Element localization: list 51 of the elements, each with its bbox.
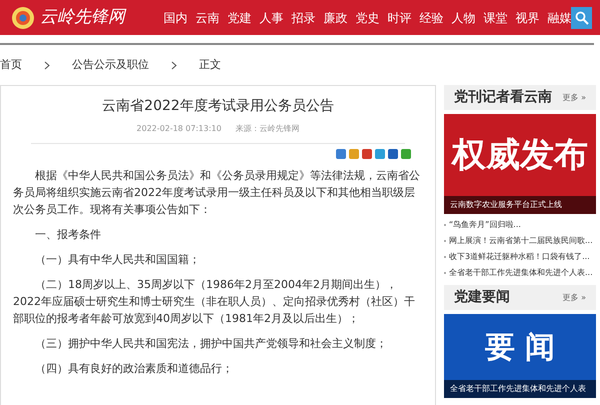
more-link[interactable]: 更多 »: [562, 292, 586, 304]
share-icon[interactable]: [349, 149, 359, 159]
logo-icon: [10, 4, 36, 30]
chevron-icon: [44, 60, 50, 70]
logo[interactable]: 云岭先锋网: [10, 4, 152, 30]
paragraph: （三）拥护中华人民共和国宪法，拥护中国共产党领导和社会主义制度；: [34, 336, 388, 352]
banner-headline: 权威发布: [452, 134, 588, 176]
news-link[interactable]: 全省老干部工作先进集体和先进个人表...: [449, 267, 593, 279]
share-icon[interactable]: [401, 149, 411, 159]
banner[interactable]: 权威发布 云南数字农业服务平台正式上线: [444, 114, 596, 214]
breadcrumb-link[interactable]: 首页: [0, 56, 22, 74]
section-title: 党建要闻: [454, 288, 510, 307]
more-link[interactable]: 更多 »: [562, 92, 586, 104]
breadcrumb-link[interactable]: 正文: [199, 56, 221, 74]
banner-headline: 要 闻: [484, 328, 556, 366]
share-icon[interactable]: [336, 149, 346, 159]
article-source: 来源：云岭先锋网: [235, 123, 300, 135]
paragraph: （二）18周岁以上、35周岁以下（1986年2月至2004年2月期间出生），2022年应届硕士研究生和博士研究生（非在职人员）、定向招录优秀村（社区）干部职位的报考者年龄可放宽到40周岁以下（1981年2月及以后出生）；: [13, 277, 416, 327]
nav-link[interactable]: 国内: [163, 8, 188, 26]
banner-caption: 全省老干部工作先进集体和先进个人表: [444, 380, 596, 398]
nav-link[interactable]: 招录: [291, 8, 316, 26]
nav-link[interactable]: 课堂: [483, 8, 508, 26]
banner[interactable]: 要 闻 全省老干部工作先进集体和先进个人表: [444, 314, 596, 398]
news-link[interactable]: 收下3道鲜花迁躯种水稻！口袋有钱了...: [449, 251, 590, 263]
nav-link[interactable]: 人事: [259, 8, 284, 26]
share-icon[interactable]: [362, 149, 372, 159]
paragraph: （四）具有良好的政治素质和道德品行；: [34, 361, 234, 377]
section-title: 党刊记者看云南: [454, 88, 552, 107]
banner-caption: 云南数字农业服务平台正式上线: [444, 196, 596, 214]
nav-link[interactable]: 融媒: [547, 8, 572, 26]
breadcrumb-link[interactable]: 公告公示及职位: [72, 56, 149, 74]
share-icon[interactable]: [388, 149, 398, 159]
nav-link[interactable]: 廉政: [323, 8, 348, 26]
paragraph: 根据《中华人民共和国公务员法》和《公务员录用规定》等法律法规，云南省公务员局将组织实施云南省2022年度考试录用一级主任科员及以下和其他相当职级层次公务员工作。现将有关事项公告如下：: [13, 168, 421, 218]
search-icon: [574, 10, 589, 24]
nav-link[interactable]: 党建: [227, 8, 252, 26]
nav-link[interactable]: 云南: [195, 8, 220, 26]
news-link[interactable]: 网上展演！云南省第十二届民族民间歌...: [449, 235, 593, 247]
publish-date: 2022-02-18 07:13:10: [136, 123, 222, 135]
nav-link[interactable]: 经验: [419, 8, 444, 26]
paragraph: 一、报考条件: [34, 227, 102, 243]
chevron-icon: [171, 60, 177, 70]
news-link[interactable]: “鸟鱼奔月”回归啦...: [449, 219, 521, 231]
nav-link[interactable]: 视界: [515, 8, 540, 26]
search-button[interactable]: [571, 6, 592, 28]
nav-link[interactable]: 人物: [451, 8, 476, 26]
nav-link[interactable]: 时评: [387, 8, 412, 26]
paragraph: （一）具有中华人民共和国国籍；: [34, 252, 201, 268]
article-title: 云南省2022年度考试录用公务员公告: [101, 97, 335, 116]
share-icon[interactable]: [375, 149, 385, 159]
nav-link[interactable]: 党史: [355, 8, 380, 26]
